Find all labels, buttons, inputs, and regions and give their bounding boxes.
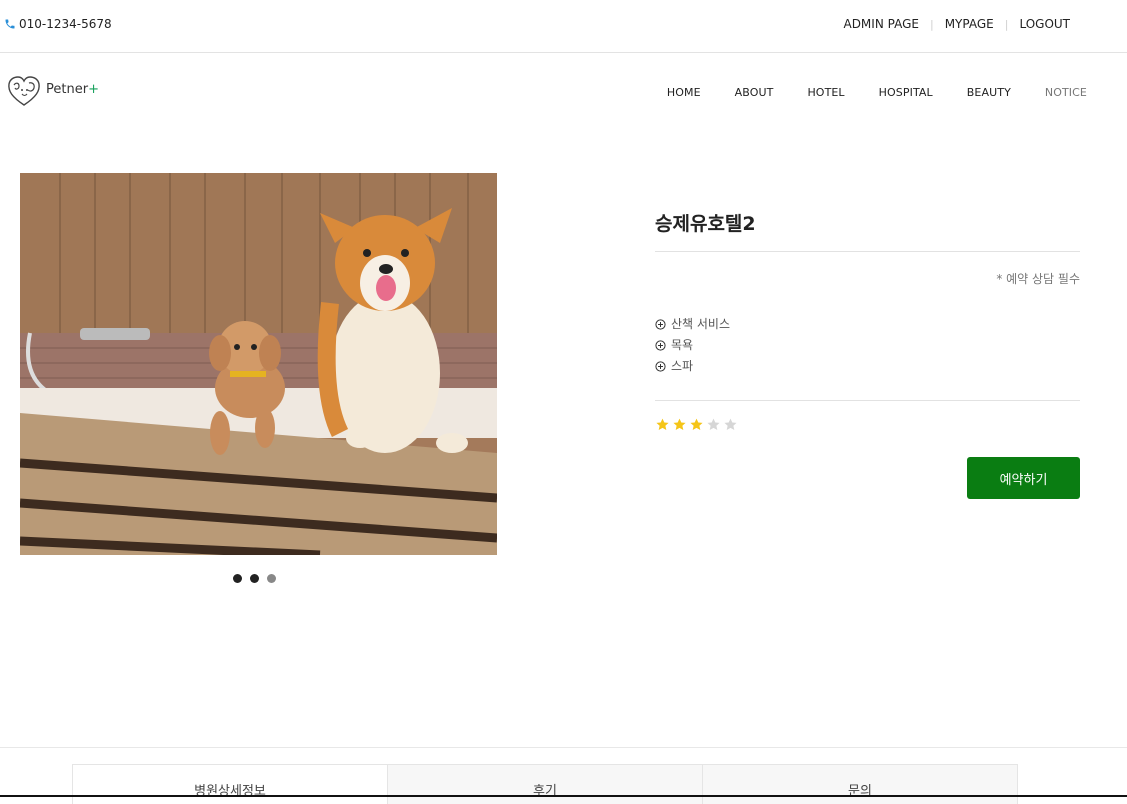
tab-hospital-detail[interactable]: 병원상세정보 (73, 765, 388, 804)
service-label: 목욕 (671, 338, 694, 352)
service-item: 목욕 (655, 335, 730, 356)
star-icon (724, 418, 737, 430)
slide-dot[interactable] (267, 574, 276, 583)
phone-icon (5, 19, 15, 29)
hotel-photo-image (20, 173, 497, 555)
star-icon (673, 418, 686, 430)
hotel-detail-panel: 승제유호텔2 * 예약 상담 필수 산책 서비스 목욕 스파 예약하기 (655, 195, 1080, 499)
plus-circle-icon (655, 361, 666, 372)
service-label: 산책 서비스 (671, 317, 731, 331)
page-bottom-edge (0, 795, 1127, 797)
brand-name: Petner+ (46, 82, 99, 97)
phone-contact: 010-1234-5678 (4, 17, 112, 31)
utility-nav: ADMIN PAGE | MYPAGE | LOGOUT (843, 17, 1070, 31)
nav-hotel[interactable]: HOTEL (807, 86, 844, 99)
star-icon (690, 418, 703, 430)
divider (655, 251, 1080, 252)
hotel-title: 승제유호텔2 (655, 213, 756, 235)
star-icon (656, 418, 669, 430)
mypage-link[interactable]: MYPAGE (945, 17, 994, 31)
slide-dot[interactable] (233, 574, 242, 583)
book-button[interactable]: 예약하기 (967, 457, 1080, 499)
site-logo[interactable]: Petner+ (4, 66, 100, 116)
logout-link[interactable]: LOGOUT (1019, 17, 1070, 31)
nav-beauty[interactable]: BEAUTY (967, 86, 1011, 99)
plus-circle-icon (655, 319, 666, 330)
phone-number: 010-1234-5678 (19, 17, 112, 31)
tab-reviews[interactable]: 후기 (388, 765, 703, 804)
brand-plus: + (88, 81, 99, 97)
logo-mark-icon (8, 76, 40, 106)
service-label: 스파 (671, 359, 694, 373)
service-item: 산책 서비스 (655, 314, 730, 335)
nav-about[interactable]: ABOUT (735, 86, 774, 99)
brand-name-text: Petner (46, 81, 89, 97)
section-divider (0, 747, 1127, 748)
divider: | (1004, 17, 1009, 31)
slide-indicators (233, 574, 276, 583)
slide-dot[interactable] (250, 574, 259, 583)
reservation-note: * 예약 상담 필수 (996, 272, 1080, 286)
main-nav: HOME ABOUT HOTEL HOSPITAL BEAUTY NOTICE (633, 86, 1087, 99)
hotel-photo[interactable] (20, 173, 497, 555)
nav-notice[interactable]: NOTICE (1045, 86, 1087, 99)
plus-circle-icon (655, 340, 666, 351)
star-icon (707, 418, 720, 430)
nav-home[interactable]: HOME (667, 86, 701, 99)
divider: | (929, 17, 934, 31)
admin-page-link[interactable]: ADMIN PAGE (843, 17, 918, 31)
top-utility-bar: 010-1234-5678 ADMIN PAGE | MYPAGE | LOGO… (0, 0, 1127, 53)
star-rating (655, 417, 738, 432)
service-item: 스파 (655, 356, 730, 377)
divider (655, 400, 1080, 401)
service-list: 산책 서비스 목욕 스파 (655, 314, 730, 377)
detail-tabs: 병원상세정보 후기 문의 (72, 764, 1018, 804)
nav-hospital[interactable]: HOSPITAL (879, 86, 933, 99)
tab-inquiry[interactable]: 문의 (703, 765, 1017, 804)
